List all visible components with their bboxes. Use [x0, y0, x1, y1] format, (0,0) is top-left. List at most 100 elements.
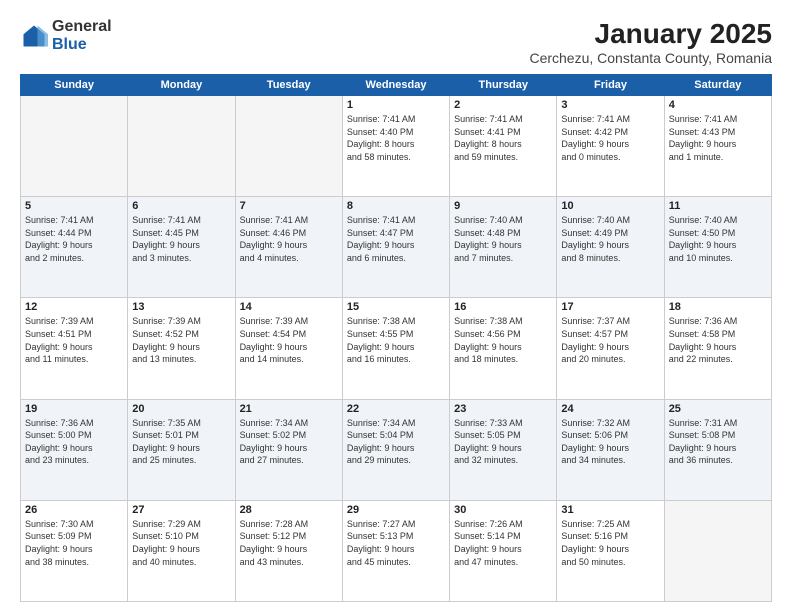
day-number: 13	[132, 301, 230, 313]
table-row: 25 Sunrise: 7:31 AM Sunset: 5:08 PM Dayli…	[664, 399, 771, 500]
table-row: 4 Sunrise: 7:41 AM Sunset: 4:43 PM Daylig…	[664, 96, 771, 197]
day-info: Sunrise: 7:36 AM Sunset: 5:00 PM Dayligh…	[25, 417, 123, 467]
day-info: Sunrise: 7:41 AM Sunset: 4:45 PM Dayligh…	[132, 214, 230, 264]
col-wednesday: Wednesday	[342, 75, 449, 96]
day-info: Sunrise: 7:31 AM Sunset: 5:08 PM Dayligh…	[669, 417, 767, 467]
day-info: Sunrise: 7:39 AM Sunset: 4:54 PM Dayligh…	[240, 315, 338, 365]
day-number: 19	[25, 403, 123, 415]
day-number: 25	[669, 403, 767, 415]
day-number: 22	[347, 403, 445, 415]
table-row: 24Sunrise: 7:32 AM Sunset: 5:06 PM Dayli…	[557, 399, 664, 500]
table-row: 27 Sunrise: 7:29 AM Sunset: 5:10 PM Dayli…	[128, 500, 235, 601]
table-row: 13 Sunrise: 7:39 AM Sunset: 4:52 PM Dayli…	[128, 298, 235, 399]
day-info: Sunrise: 7:26 AM Sunset: 5:14 PM Dayligh…	[454, 518, 552, 568]
calendar-week-row: 5 Sunrise: 7:41 AM Sunset: 4:44 PM Daylig…	[21, 197, 772, 298]
table-row: 28 Sunrise: 7:28 AM Sunset: 5:12 PM Dayli…	[235, 500, 342, 601]
day-number: 18	[669, 301, 767, 313]
calendar-header: Sunday Monday Tuesday Wednesday Thursday…	[21, 75, 772, 96]
calendar-week-row: 19 Sunrise: 7:36 AM Sunset: 5:00 PM Dayli…	[21, 399, 772, 500]
day-info: Sunrise: 7:39 AM Sunset: 4:52 PM Dayligh…	[132, 315, 230, 365]
day-info: Sunrise: 7:28 AM Sunset: 5:12 PM Dayligh…	[240, 518, 338, 568]
day-info: Sunrise: 7:41 AM Sunset: 4:42 PM Dayligh…	[561, 113, 659, 163]
table-row: 17Sunrise: 7:37 AM Sunset: 4:57 PM Dayli…	[557, 298, 664, 399]
day-info: Sunrise: 7:40 AM Sunset: 4:50 PM Dayligh…	[669, 214, 767, 264]
table-row: 30Sunrise: 7:26 AM Sunset: 5:14 PM Dayli…	[450, 500, 557, 601]
header: General Blue January 2025 Cerchezu, Cons…	[20, 18, 772, 66]
table-row: 16 Sunrise: 7:38 AM Sunset: 4:56 PM Dayli…	[450, 298, 557, 399]
logo-text: General Blue	[52, 18, 112, 53]
table-row: 9 Sunrise: 7:40 AM Sunset: 4:48 PM Daylig…	[450, 197, 557, 298]
table-row: 15Sunrise: 7:38 AM Sunset: 4:55 PM Dayli…	[342, 298, 449, 399]
col-sunday: Sunday	[21, 75, 128, 96]
day-info: Sunrise: 7:40 AM Sunset: 4:49 PM Dayligh…	[561, 214, 659, 264]
table-row: 1 Sunrise: 7:41 AM Sunset: 4:40 PM Daylig…	[342, 96, 449, 197]
day-info: Sunrise: 7:33 AM Sunset: 5:05 PM Dayligh…	[454, 417, 552, 467]
calendar-week-row: 1 Sunrise: 7:41 AM Sunset: 4:40 PM Daylig…	[21, 96, 772, 197]
table-row: 22 Sunrise: 7:34 AM Sunset: 5:04 PM Dayli…	[342, 399, 449, 500]
day-info: Sunrise: 7:36 AM Sunset: 4:58 PM Dayligh…	[669, 315, 767, 365]
day-info: Sunrise: 7:41 AM Sunset: 4:40 PM Dayligh…	[347, 113, 445, 163]
day-info: Sunrise: 7:34 AM Sunset: 5:02 PM Dayligh…	[240, 417, 338, 467]
logo: General Blue	[20, 18, 112, 53]
page: General Blue January 2025 Cerchezu, Cons…	[0, 0, 792, 612]
day-number: 21	[240, 403, 338, 415]
day-number: 16	[454, 301, 552, 313]
day-info: Sunrise: 7:41 AM Sunset: 4:44 PM Dayligh…	[25, 214, 123, 264]
day-number: 17	[561, 301, 659, 313]
table-row: 18 Sunrise: 7:36 AM Sunset: 4:58 PM Dayli…	[664, 298, 771, 399]
title-block: January 2025 Cerchezu, Constanta County,…	[529, 18, 772, 66]
day-number: 7	[240, 200, 338, 212]
day-info: Sunrise: 7:40 AM Sunset: 4:48 PM Dayligh…	[454, 214, 552, 264]
table-row: 11 Sunrise: 7:40 AM Sunset: 4:50 PM Dayli…	[664, 197, 771, 298]
day-info: Sunrise: 7:41 AM Sunset: 4:46 PM Dayligh…	[240, 214, 338, 264]
day-info: Sunrise: 7:25 AM Sunset: 5:16 PM Dayligh…	[561, 518, 659, 568]
day-info: Sunrise: 7:41 AM Sunset: 4:43 PM Dayligh…	[669, 113, 767, 163]
col-friday: Friday	[557, 75, 664, 96]
day-info: Sunrise: 7:38 AM Sunset: 4:56 PM Dayligh…	[454, 315, 552, 365]
calendar-body: 1 Sunrise: 7:41 AM Sunset: 4:40 PM Daylig…	[21, 96, 772, 602]
col-monday: Monday	[128, 75, 235, 96]
col-thursday: Thursday	[450, 75, 557, 96]
table-row: 20 Sunrise: 7:35 AM Sunset: 5:01 PM Dayli…	[128, 399, 235, 500]
day-number: 8	[347, 200, 445, 212]
day-info: Sunrise: 7:29 AM Sunset: 5:10 PM Dayligh…	[132, 518, 230, 568]
day-info: Sunrise: 7:30 AM Sunset: 5:09 PM Dayligh…	[25, 518, 123, 568]
table-row	[128, 96, 235, 197]
day-number: 14	[240, 301, 338, 313]
table-row: 26Sunrise: 7:30 AM Sunset: 5:09 PM Dayli…	[21, 500, 128, 601]
table-row: 6Sunrise: 7:41 AM Sunset: 4:45 PM Daylig…	[128, 197, 235, 298]
col-tuesday: Tuesday	[235, 75, 342, 96]
header-row: Sunday Monday Tuesday Wednesday Thursday…	[21, 75, 772, 96]
day-number: 12	[25, 301, 123, 313]
day-number: 4	[669, 99, 767, 111]
table-row	[235, 96, 342, 197]
table-row: 19 Sunrise: 7:36 AM Sunset: 5:00 PM Dayli…	[21, 399, 128, 500]
day-number: 28	[240, 504, 338, 516]
day-info: Sunrise: 7:39 AM Sunset: 4:51 PM Dayligh…	[25, 315, 123, 365]
table-row: 5 Sunrise: 7:41 AM Sunset: 4:44 PM Daylig…	[21, 197, 128, 298]
table-row	[664, 500, 771, 601]
day-number: 20	[132, 403, 230, 415]
table-row: 8Sunrise: 7:41 AM Sunset: 4:47 PM Daylig…	[342, 197, 449, 298]
day-number: 27	[132, 504, 230, 516]
logo-blue-label: Blue	[52, 36, 112, 54]
table-row: 3 Sunrise: 7:41 AM Sunset: 4:42 PM Daylig…	[557, 96, 664, 197]
day-number: 1	[347, 99, 445, 111]
day-number: 9	[454, 200, 552, 212]
table-row: 10Sunrise: 7:40 AM Sunset: 4:49 PM Dayli…	[557, 197, 664, 298]
day-info: Sunrise: 7:41 AM Sunset: 4:41 PM Dayligh…	[454, 113, 552, 163]
day-info: Sunrise: 7:35 AM Sunset: 5:01 PM Dayligh…	[132, 417, 230, 467]
logo-icon	[20, 22, 48, 50]
logo-general-label: General	[52, 18, 112, 36]
day-number: 5	[25, 200, 123, 212]
day-number: 2	[454, 99, 552, 111]
table-row: 2 Sunrise: 7:41 AM Sunset: 4:41 PM Daylig…	[450, 96, 557, 197]
day-number: 3	[561, 99, 659, 111]
table-row: 7 Sunrise: 7:41 AM Sunset: 4:46 PM Daylig…	[235, 197, 342, 298]
table-row: 23Sunrise: 7:33 AM Sunset: 5:05 PM Dayli…	[450, 399, 557, 500]
day-number: 29	[347, 504, 445, 516]
calendar-week-row: 26Sunrise: 7:30 AM Sunset: 5:09 PM Dayli…	[21, 500, 772, 601]
calendar-week-row: 12 Sunrise: 7:39 AM Sunset: 4:51 PM Dayli…	[21, 298, 772, 399]
day-info: Sunrise: 7:34 AM Sunset: 5:04 PM Dayligh…	[347, 417, 445, 467]
day-number: 11	[669, 200, 767, 212]
